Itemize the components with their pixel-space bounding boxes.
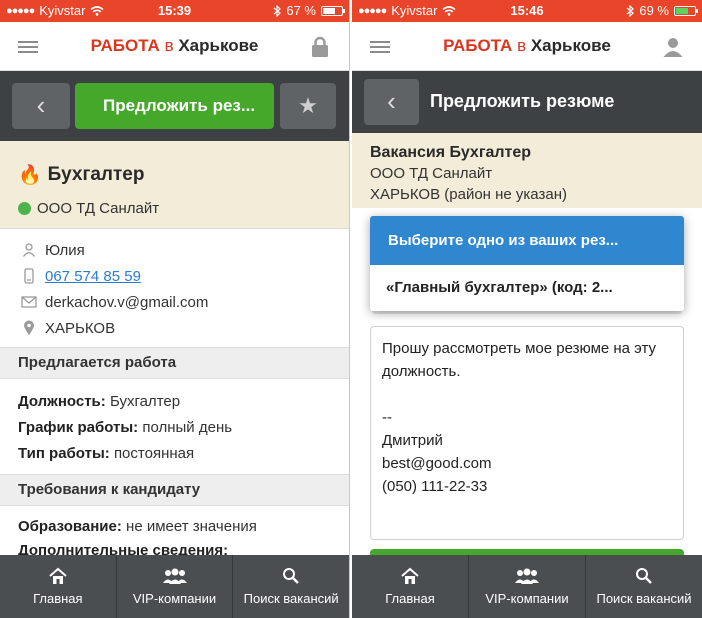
contact-email: derkachov.v@gmail.com [0,289,349,315]
verified-badge-icon [18,202,31,215]
phone-link[interactable]: 067 574 85 59 [45,268,141,285]
home-icon [49,567,67,584]
location-pin-icon [24,320,34,335]
back-button[interactable]: ‹ [364,79,419,125]
company-name: ООО ТД Санлайт [370,165,493,182]
nav-home[interactable]: Главная [0,555,117,618]
resume-select-dropdown[interactable]: Выберите одно из ваших рез... «Главный б… [370,216,684,311]
favorite-button[interactable]: ★ [280,83,336,129]
resume-option-placeholder[interactable]: Выберите одно из ваших рез... [370,216,684,265]
nav-home[interactable]: Главная [352,555,469,618]
contact-phone: 067 574 85 59 [0,263,349,289]
brand-logo[interactable]: РАБОТА в Харькове [352,36,702,56]
vacancy-location: ХАРЬКОВ (район не указан) [370,186,567,203]
nav-search[interactable]: Поиск вакансий [233,555,349,618]
company-name[interactable]: ООО ТД Санлайт [37,200,159,217]
back-button[interactable]: ‹ [12,83,70,129]
cover-letter-textarea[interactable]: Прошу рассмотреть мое резюме на эту долж… [370,326,684,540]
brand-logo[interactable]: РАБОТА в Харькове [0,36,349,56]
search-icon [283,568,300,584]
users-icon [515,568,539,584]
nav-search[interactable]: Поиск вакансий [586,555,702,618]
battery-percent: 69 % [639,3,669,18]
nav-vip[interactable]: VIP-компании [117,555,234,618]
lock-icon[interactable] [309,36,331,58]
screen-offer-resume: ●●●●● Kyivstar 15:46 69 % РАБОТА в Харьк… [352,0,702,618]
app-header: РАБОТА в Харькове [0,22,349,71]
contact-person: Юлия [0,237,349,263]
bottom-nav: Главная VIP-компании Поиск вакансий [0,555,349,618]
field-schedule: График работы: полный день [18,419,233,436]
battery-charging-icon [674,5,698,16]
section-work-heading: Предлагается работа [0,347,349,379]
person-icon [22,243,36,257]
action-toolbar: ‹ Предложить рез... ★ [0,71,349,141]
hot-flame-icon: 🔥 [18,165,42,186]
vacancy-title: Вакансия Бухгалтер [370,144,532,161]
field-position: Должность: Бухгалтер [18,393,181,410]
battery-percent: 67 % [286,3,316,18]
title-toolbar: ‹ Предложить резюме [352,71,702,133]
vacancy-title: Бухгалтер [47,164,145,185]
nav-vip[interactable]: VIP-компании [469,555,586,618]
chevron-left-icon: ‹ [387,86,396,116]
vacancy-card: 🔥 Бухгалтер ООО ТД Санлайт [0,141,349,229]
contact-list: Юлия 067 574 85 59 derkachov.v@gmail.com… [0,237,349,341]
field-work-type: Тип работы: постоянная [18,445,195,462]
star-icon: ★ [298,93,318,118]
contact-city: ХАРЬКОВ [0,315,349,341]
bluetooth-icon [626,4,635,17]
status-bar: ●●●●● Kyivstar 15:39 67 % [0,0,349,22]
battery-icon [321,5,345,16]
user-icon[interactable] [662,36,684,58]
chevron-left-icon: ‹ [36,90,46,120]
page-title: Предложить резюме [430,91,615,111]
screen-vacancy-details: ●●●●● Kyivstar 15:39 67 % РАБОТА в Харьк… [0,0,350,618]
phone-icon [24,268,34,284]
users-icon [162,568,187,584]
bluetooth-icon [273,4,282,17]
offer-resume-button[interactable]: Предложить рез... [75,83,274,129]
app-header: РАБОТА в Харькове [352,22,702,71]
field-education: Образование: не имеет значения [18,518,257,535]
resume-option-1[interactable]: «Главный бухгалтер» (код: 2... [370,265,684,311]
bottom-nav: Главная VIP-компании Поиск вакансий [352,555,702,618]
mail-icon [21,296,37,308]
status-bar: ●●●●● Kyivstar 15:46 69 % [352,0,702,22]
vacancy-summary: Вакансия Бухгалтер ООО ТД Санлайт ХАРЬКО… [352,133,702,208]
home-icon [401,567,419,584]
search-icon [636,568,652,584]
section-requirements-heading: Требования к кандидату [0,474,349,506]
